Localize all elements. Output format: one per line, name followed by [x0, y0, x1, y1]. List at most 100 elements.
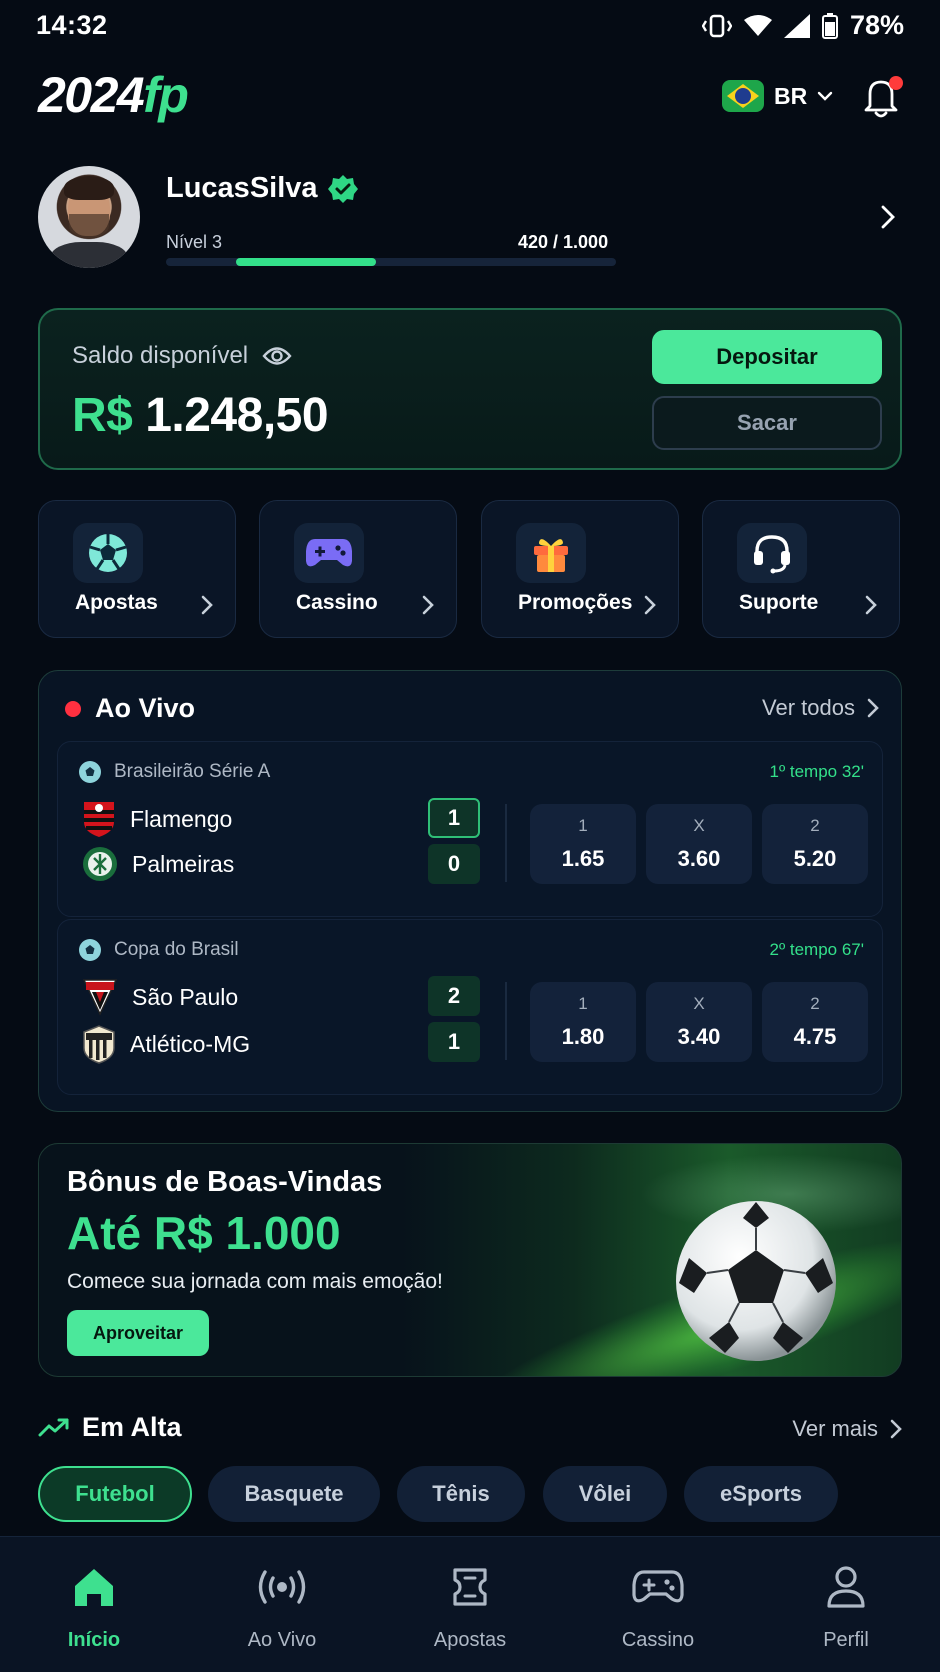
quick-action-label: Cassino — [296, 591, 378, 614]
quick-action-suporte[interactable]: Suporte — [702, 500, 900, 638]
match-time: 1º tempo 32' — [769, 762, 864, 781]
notification-badge — [889, 76, 903, 90]
odd-button-draw[interactable]: X 3.40 — [646, 982, 752, 1062]
odd-label: X — [693, 816, 705, 835]
odd-value: 1.80 — [561, 1024, 605, 1049]
see-more-link[interactable]: Ver mais — [792, 1416, 902, 1442]
chevron-right-icon — [422, 595, 434, 615]
country-selector[interactable]: BR — [722, 80, 833, 112]
team-name: São Paulo — [132, 983, 239, 1010]
away-team: Palmeiras — [82, 846, 234, 882]
league-label-row: Brasileirão Série A — [78, 760, 270, 784]
flamengo-crest-icon — [84, 802, 114, 837]
nav-perfil[interactable]: Perfil — [752, 1537, 940, 1672]
promo-title: Bônus de Boas-Vindas — [67, 1166, 383, 1198]
nav-ao-vivo[interactable]: Ao Vivo — [188, 1537, 376, 1672]
balance-amount: R$ 1.248,50 — [72, 388, 329, 443]
gamepad-icon — [631, 1563, 685, 1611]
team-name: Flamengo — [130, 805, 233, 832]
signal-icon — [783, 13, 810, 38]
home-score: 2 — [428, 976, 480, 1016]
battery-icon — [821, 12, 838, 39]
balance-label: Saldo disponível — [72, 342, 249, 369]
see-all-live-link[interactable]: Ver todos — [762, 695, 879, 721]
balance-currency: R$ — [72, 389, 133, 442]
see-more-label: Ver mais — [792, 1416, 878, 1441]
nav-apostas[interactable]: Apostas — [376, 1537, 564, 1672]
status-icons: 78% — [701, 10, 904, 41]
headset-icon — [737, 523, 807, 583]
chip-esports[interactable]: eSports — [684, 1466, 838, 1522]
odd-label: 1 — [578, 816, 588, 835]
chevron-right-icon — [890, 1419, 902, 1439]
team-name: Atlético-MG — [130, 1030, 251, 1057]
odd-button-away[interactable]: 2 4.75 — [762, 982, 868, 1062]
live-matches-card: Ao Vivo Ver todos Brasileirão Série A 1º… — [38, 670, 902, 1112]
soccer-ball-image — [676, 1201, 836, 1361]
odd-value: 5.20 — [793, 846, 837, 871]
verified-badge-icon — [327, 174, 358, 203]
odd-label: X — [693, 994, 705, 1013]
logo-text: 2024 — [38, 67, 145, 123]
odd-button-away[interactable]: 2 5.20 — [762, 804, 868, 884]
battery-percent: 78% — [849, 10, 904, 40]
chevron-right-icon — [644, 595, 656, 615]
app-logo[interactable]: 2024fp — [38, 66, 189, 124]
xp-value: 420 / 1.000 — [518, 232, 609, 252]
xp-progress-track — [166, 258, 616, 266]
odd-value: 3.60 — [677, 846, 721, 871]
chip-volei[interactable]: Vôlei — [543, 1466, 667, 1522]
nav-inicio[interactable]: Início — [0, 1537, 188, 1672]
odd-button-home[interactable]: 1 1.80 — [530, 982, 636, 1062]
trending-header: Em Alta — [38, 1412, 182, 1443]
chip-futebol[interactable]: Futebol — [38, 1466, 192, 1522]
withdraw-button[interactable]: Sacar — [652, 396, 882, 450]
quick-action-cassino[interactable]: Cassino — [259, 500, 457, 638]
country-code: BR — [774, 82, 808, 109]
nav-label: Ao Vivo — [247, 1629, 317, 1651]
odd-button-home[interactable]: 1 1.65 — [530, 804, 636, 884]
balance-card: Saldo disponível R$ 1.248,50 Depositar S… — [38, 308, 902, 470]
chevron-right-icon — [865, 595, 877, 615]
ticket-icon — [443, 1563, 497, 1611]
chip-basquete[interactable]: Basquete — [208, 1466, 380, 1522]
odd-button-draw[interactable]: X 3.60 — [646, 804, 752, 884]
welcome-bonus-banner[interactable]: Bônus de Boas-Vindas Até R$ 1.000 Comece… — [38, 1143, 902, 1377]
live-match-row[interactable]: Brasileirão Série A 1º tempo 32' Flameng… — [57, 741, 883, 917]
chevron-down-icon — [818, 91, 833, 101]
broadcast-icon — [255, 1563, 309, 1611]
logo-accent: fp — [143, 67, 189, 123]
quick-action-label: Apostas — [75, 591, 158, 614]
nav-label: Cassino — [621, 1629, 695, 1651]
chevron-right-icon[interactable] — [880, 204, 896, 230]
promo-cta-button[interactable]: Aproveitar — [67, 1310, 209, 1356]
avatar[interactable] — [38, 166, 140, 268]
odd-value: 1.65 — [561, 846, 605, 871]
eye-icon[interactable] — [262, 345, 292, 367]
live-title: Ao Vivo — [95, 693, 196, 723]
status-bar: 14:32 78% — [0, 0, 940, 52]
divider — [505, 804, 507, 882]
deposit-button[interactable]: Depositar — [652, 330, 882, 384]
wifi-icon — [743, 14, 772, 36]
quick-action-label: Suporte — [739, 591, 819, 614]
bottom-navigation: Início Ao Vivo Apostas Cassino Perfil — [0, 1536, 940, 1672]
nav-cassino[interactable]: Cassino — [564, 1537, 752, 1672]
quick-action-promocoes[interactable]: Promoções — [481, 500, 679, 638]
nav-label: Apostas — [433, 1629, 507, 1651]
soccer-ball-icon — [79, 939, 101, 961]
xp-progress-fill — [236, 258, 376, 266]
chevron-right-icon — [867, 698, 879, 718]
away-team: Atlético-MG — [82, 1024, 250, 1064]
username-text: LucasSilva — [166, 172, 318, 204]
chip-tenis[interactable]: Tênis — [397, 1466, 525, 1522]
divider — [505, 982, 507, 1060]
level-label: Nível 3 — [166, 232, 223, 252]
profile-username[interactable]: LucasSilva — [166, 172, 358, 205]
live-match-row[interactable]: Copa do Brasil 2º tempo 67' São Paulo At… — [57, 919, 883, 1095]
nav-label: Início — [67, 1629, 121, 1651]
trending-up-icon — [38, 1418, 69, 1436]
gift-icon — [516, 523, 586, 583]
balance-value: 1.248,50 — [145, 389, 329, 442]
quick-action-apostas[interactable]: Apostas — [38, 500, 236, 638]
